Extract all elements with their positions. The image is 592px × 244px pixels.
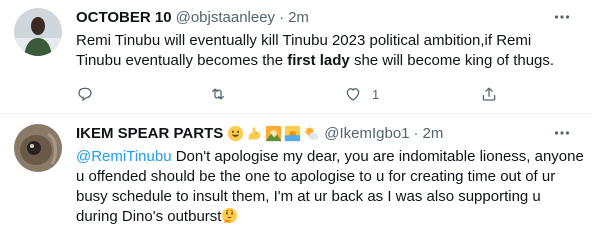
timestamp[interactable]: 2m — [288, 9, 309, 26]
text-segment: Don't apologise my dear, you are indomit… — [171, 148, 584, 165]
sunrise-icon — [285, 125, 301, 141]
username-handle[interactable]: @objstaanleey — [176, 9, 275, 26]
tweet-actions: 1 — [76, 84, 516, 104]
tweet-text: @RemiTinubu Don't apologise my dear, you… — [76, 147, 584, 227]
separator-dot: · — [413, 124, 419, 142]
tweet-text-line: @RemiTinubu Don't apologise my dear, you… — [76, 147, 584, 167]
like-button[interactable]: 1 — [344, 84, 379, 104]
text-segment: Tinubu eventually becomes the — [76, 52, 288, 69]
mention-link[interactable]: @RemiTinubu — [76, 148, 172, 165]
sun-behind-cloud-icon — [304, 125, 319, 140]
tweet[interactable]: IKEM SPEAR PARTS @IkemIgbo1 · 2m @RemiTi… — [0, 114, 592, 244]
separator-dot: · — [279, 8, 285, 26]
tweet-text-line: during Dino's outburst — [76, 207, 580, 227]
flexed-biceps-icon — [248, 126, 261, 139]
tweet-text-line: Tinubu eventually becomes the first lady… — [76, 51, 580, 71]
thinking-face-icon — [222, 207, 238, 224]
tweet-text: Remi Tinubu will eventually kill Tinubu … — [76, 31, 580, 71]
avatar[interactable] — [14, 124, 62, 172]
share-icon — [482, 87, 496, 101]
text-segment: during Dino's outburst — [76, 208, 222, 225]
more-options-icon[interactable] — [552, 123, 572, 143]
retweet-button[interactable] — [209, 84, 227, 104]
reply-button[interactable] — [76, 84, 94, 104]
tweet-text-line: Remi Tinubu will eventually kill Tinubu … — [76, 32, 532, 49]
heart-icon — [346, 88, 360, 101]
tweet-text-line: u offended should be the one to apologis… — [76, 168, 556, 185]
tweet-header: OCTOBER 10 @objstaanleey · 2m — [76, 7, 582, 27]
smiley-icon — [228, 125, 244, 141]
share-button[interactable] — [480, 84, 498, 104]
timestamp[interactable]: 2m — [423, 125, 444, 142]
sunrise-over-mountains-icon — [266, 125, 282, 141]
like-count: 1 — [372, 86, 380, 102]
text-segment: she will become king of thugs. — [349, 52, 555, 69]
tweet-header: IKEM SPEAR PARTS @IkemIgbo1 · 2m — [76, 123, 582, 143]
tweet-text-line: busy schedule to insult them, I'm at ur … — [76, 188, 541, 205]
more-options-icon[interactable] — [552, 7, 572, 27]
username-handle[interactable]: @IkemIgbo1 — [324, 125, 409, 142]
avatar[interactable] — [14, 8, 62, 56]
display-name[interactable]: OCTOBER 10 — [76, 9, 172, 26]
display-name[interactable]: IKEM SPEAR PARTS — [76, 125, 223, 142]
bold-text: first lady — [287, 52, 350, 69]
tweet[interactable]: OCTOBER 10 @objstaanleey · 2m Remi Tinub… — [0, 0, 592, 114]
retweet-icon — [212, 88, 224, 100]
reply-icon — [78, 87, 92, 101]
name-emojis — [227, 125, 320, 142]
